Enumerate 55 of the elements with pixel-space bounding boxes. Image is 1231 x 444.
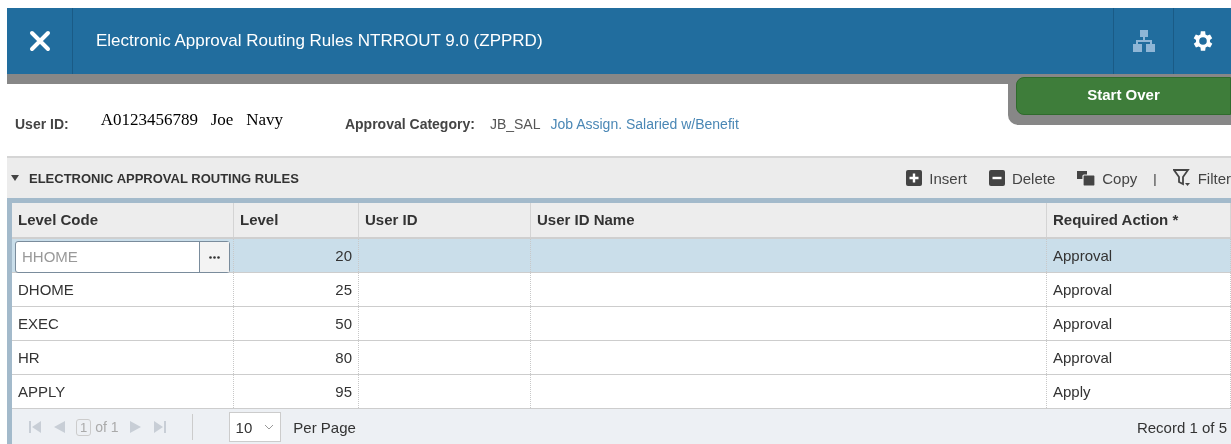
copy-icon [1077,170,1096,186]
table-cell: Approval [1053,349,1113,366]
filter-icon [1172,169,1191,187]
page-count: of 1 [95,419,119,435]
table-row[interactable]: HHOME 20 Approval [12,239,1231,273]
column-header[interactable]: Level [234,203,359,237]
approval-category-label: Approval Category: [344,116,475,132]
insert-button[interactable]: Insert [906,169,967,187]
table-cell: Approval [1053,315,1113,332]
per-page-select[interactable]: 10 [228,412,282,442]
copy-button[interactable]: Copy [1077,169,1138,187]
toolbar-separator: | [1153,170,1157,186]
table-cell: Apply [1053,383,1091,400]
user-id-value: A0123456789 Joe Navy [100,110,283,130]
first-page-icon[interactable] [28,420,42,434]
per-page-label: Per Page [293,418,356,436]
window-title: Electronic Approval Routing Rules NTRROUT 9.0 (ZPPRD) [95,30,544,52]
section-title: ELECTRONIC APPROVAL ROUTING RULES [29,170,299,186]
user-id-label: User ID: [15,116,69,132]
column-header[interactable]: User ID Name [531,203,1047,237]
column-header[interactable]: Required Action * [1047,203,1231,237]
table-row[interactable]: DHOME 25 Approval [12,273,1231,307]
delete-button[interactable]: Delete [988,169,1056,187]
lookup-button[interactable] [199,242,229,272]
table-cell: 25 [335,281,352,298]
column-header[interactable]: User ID [359,203,531,237]
last-page-icon[interactable] [152,420,167,434]
table-cell: 80 [335,349,352,366]
table-cell: HR [18,349,40,366]
table-cell: 50 [335,315,352,332]
table-cell: Approval [1053,281,1113,298]
collapse-caret-icon[interactable] [11,175,19,181]
close-icon [28,30,51,52]
start-over-button[interactable]: Start Over [1016,77,1231,115]
next-page-icon[interactable] [128,420,143,434]
table-row[interactable]: EXEC 50 Approval [12,307,1231,341]
table-cell: APPLY [18,383,66,400]
plus-icon [906,170,923,186]
ellipsis-icon [209,255,220,259]
hierarchy-icon [1131,29,1156,53]
table-cell: EXEC [18,315,59,332]
previous-page-icon[interactable] [52,420,66,434]
table-row[interactable]: HR 80 Approval [12,341,1231,375]
table-row[interactable]: APPLY 95 Apply [12,375,1231,409]
minus-icon [988,170,1005,186]
table-cell: 20 [335,247,352,264]
table-cell: Approval [1053,247,1113,264]
filter-button[interactable]: Filter [1172,169,1231,187]
record-count: Record 1 of 5 [1136,418,1227,436]
approval-category-code: JB_SAL [489,116,541,132]
column-header[interactable]: Level Code [12,203,234,237]
chevron-down-icon [264,424,275,430]
table-cell: DHOME [18,281,74,298]
table-cell: 95 [335,383,352,400]
approval-category-description: Job Assign. Salaried w/Benefit [550,116,739,132]
